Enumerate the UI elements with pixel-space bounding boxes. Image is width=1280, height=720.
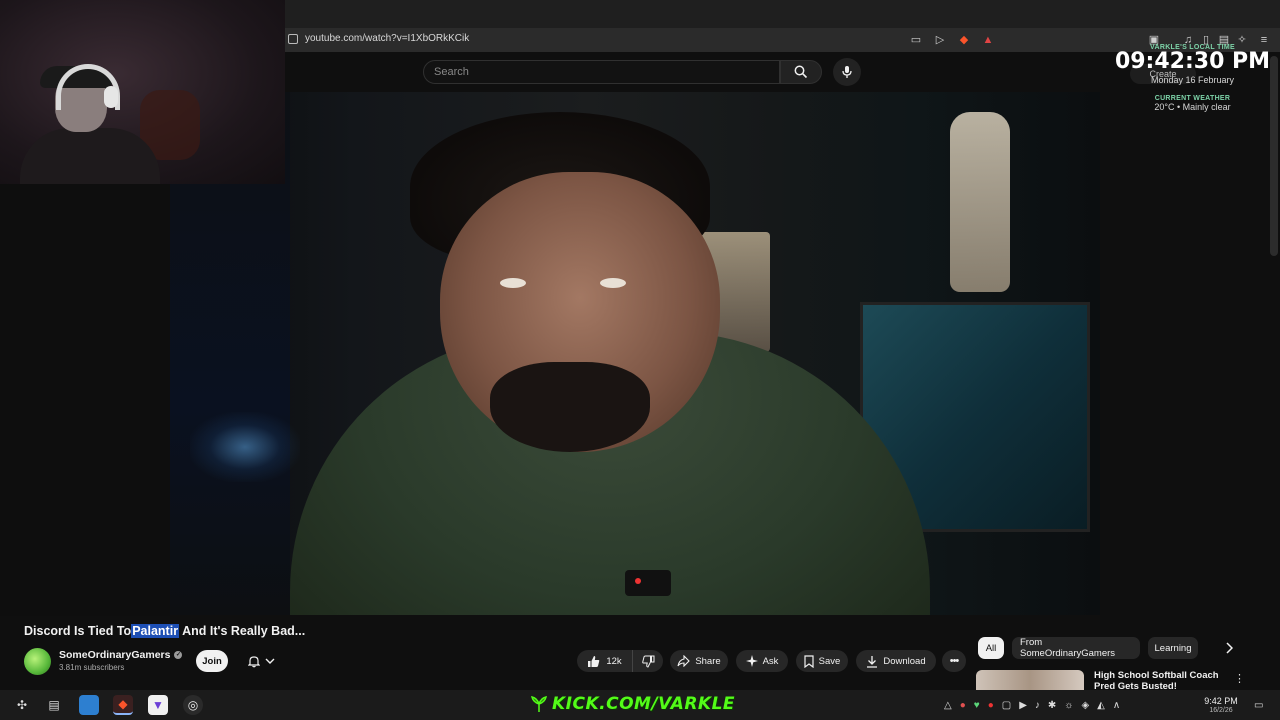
security-icon[interactable]: ◈: [1081, 700, 1089, 711]
like-count: 12k: [606, 655, 622, 667]
chip-learning[interactable]: Learning: [1148, 637, 1198, 659]
bell-icon: [247, 655, 260, 667]
network-icon[interactable]: ◭: [1097, 700, 1105, 711]
bookmark-icon: [804, 654, 814, 668]
thumbs-up-icon: [588, 655, 600, 667]
chip-all[interactable]: All: [978, 637, 1004, 659]
notification-bell-button[interactable]: [238, 650, 284, 672]
url-text[interactable]: youtube.com/watch?v=I1XbORkKCik: [305, 33, 469, 44]
share-button[interactable]: Share: [670, 650, 728, 672]
channel-name-link[interactable]: SomeOrdinaryGamers ✓: [59, 649, 183, 661]
stream-clock-overlay: VARKLE'S LOCAL TIME 09:42:30 PM Monday 1…: [1110, 44, 1275, 124]
brave-rewards-icon[interactable]: ▲: [981, 33, 995, 47]
bluetooth-icon[interactable]: ✱: [1048, 700, 1056, 711]
search-box[interactable]: [423, 60, 780, 84]
title-highlighted-word: Palantir: [131, 624, 180, 638]
search-button[interactable]: [780, 60, 822, 84]
clock-date: Monday 16 February: [1150, 75, 1235, 85]
brave-browser-icon[interactable]: ◆: [113, 695, 133, 715]
like-dislike-group: 12k: [577, 650, 663, 672]
chevron-right-icon: [1226, 642, 1233, 654]
show-desktop-icon[interactable]: ▭: [1254, 697, 1263, 713]
site-info-icon[interactable]: [288, 34, 298, 44]
video-title: Discord Is Tied ToPalantir And It's Real…: [24, 624, 305, 638]
kick-url-text: KICK.COM/VARKLE: [552, 694, 736, 714]
chip-from-channel[interactable]: From SomeOrdinaryGamers: [1012, 637, 1140, 659]
obs-icon[interactable]: ◎: [183, 695, 203, 715]
proton-vpn-icon[interactable]: ▼: [148, 695, 168, 715]
file-explorer-icon[interactable]: [79, 695, 99, 715]
channel-name[interactable]: SomeOrdinaryGamers: [59, 649, 170, 661]
cast-icon[interactable]: ▭: [909, 33, 923, 47]
subscriber-count: 3.81m subscribers: [59, 663, 125, 672]
more-horizontal-icon: •••: [949, 655, 960, 667]
microphone-icon: [842, 66, 852, 78]
weather-label: CURRENT WEATHER: [1154, 95, 1231, 102]
share-icon: [677, 655, 691, 667]
save-label: Save: [818, 655, 841, 667]
video-player[interactable]: [170, 92, 1100, 615]
join-button[interactable]: Join: [196, 650, 228, 672]
sparkle-icon: [745, 655, 758, 667]
taskbar-clock[interactable]: 9:42 PM 16/2/26: [1198, 696, 1244, 716]
chips-next-button[interactable]: [1218, 637, 1240, 659]
kick-banner: KICK.COM/VARKLE: [530, 690, 752, 718]
weather-value: 20°C • Mainly clear: [1154, 102, 1231, 112]
ask-label: Ask: [762, 655, 779, 667]
recommendation-thumbnail[interactable]: [976, 670, 1084, 690]
more-actions-button[interactable]: •••: [942, 650, 966, 672]
app-tray-icon-2[interactable]: ♥: [974, 700, 980, 711]
chevron-down-icon: [265, 658, 274, 664]
browser-tab-strip: [285, 0, 1280, 28]
taskbar-date: 16/2/26: [1209, 707, 1233, 714]
voice-search-button[interactable]: [833, 58, 861, 86]
left-dark-panel: [0, 184, 170, 616]
save-button[interactable]: Save: [796, 650, 848, 672]
recommendation-title[interactable]: High School Softball Coach Pred Gets Bus…: [1094, 670, 1234, 692]
channel-avatar[interactable]: [24, 648, 51, 675]
notification-icon[interactable]: △: [944, 700, 952, 711]
volume-icon[interactable]: ♪: [1035, 700, 1040, 711]
screen: youtube.com/watch?v=I1XbORkKCik ▭ ▷ ◆ ▲ …: [0, 0, 1280, 720]
clipboard-icon[interactable]: ▢: [1002, 700, 1011, 711]
system-tray: △ ● ♥ ● ▢ ▶ ♪ ✱ ☼ ◈ ◭ ∧: [944, 697, 1120, 713]
settings-icon[interactable]: ☼: [1064, 700, 1073, 711]
media-play-icon[interactable]: ▶: [1019, 700, 1027, 711]
record-icon[interactable]: ●: [988, 700, 994, 711]
verified-icon: ✓: [174, 651, 183, 660]
chevron-up-icon[interactable]: ∧: [1113, 700, 1120, 711]
scrollbar[interactable]: [1270, 56, 1278, 256]
search-icon: [794, 65, 808, 79]
clock-time: 09:42:30 PM: [1114, 49, 1271, 74]
like-button[interactable]: 12k: [577, 650, 633, 672]
start-menu-icon[interactable]: ✣: [12, 695, 32, 715]
download-icon: [867, 655, 878, 668]
share-label: Share: [695, 655, 721, 667]
brave-shield-icon[interactable]: ◆: [957, 33, 971, 47]
search-input[interactable]: [424, 61, 779, 83]
ask-button[interactable]: Ask: [736, 650, 788, 672]
download-label: Download: [883, 655, 926, 667]
download-button[interactable]: Download: [856, 650, 936, 672]
streamer-webcam: [0, 0, 285, 184]
title-part-2: And It's Really Bad...: [179, 624, 306, 638]
task-view-icon[interactable]: ▤: [44, 695, 64, 715]
app-tray-icon-1[interactable]: ●: [960, 700, 966, 711]
play-icon[interactable]: ▷: [933, 33, 947, 47]
thumbs-down-icon: [641, 655, 654, 668]
dislike-button[interactable]: [633, 650, 663, 672]
taskbar-time: 9:42 PM: [1204, 696, 1238, 706]
leaf-icon: [531, 696, 547, 712]
title-part-1: Discord Is Tied To: [24, 624, 132, 638]
recommendation-menu-icon[interactable]: ⋮: [1234, 672, 1245, 685]
